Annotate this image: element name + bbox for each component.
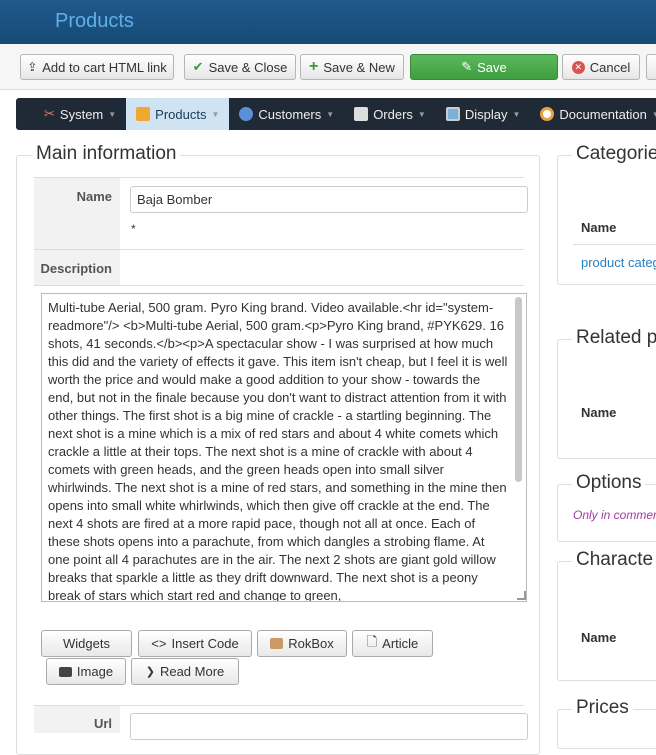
url-label: Url <box>34 706 120 733</box>
product-category-link[interactable]: product categ <box>581 255 656 270</box>
products-icon <box>136 107 151 121</box>
url-input[interactable] <box>130 713 528 740</box>
orders-icon <box>354 107 369 121</box>
divider <box>34 285 524 286</box>
page-title: Products <box>55 10 134 32</box>
plus-icon: + <box>309 58 319 75</box>
description-label: Description <box>34 250 120 285</box>
header-bar: Products <box>0 0 656 44</box>
caret-icon: ▼ <box>651 109 656 119</box>
related-products-fieldset <box>557 339 656 459</box>
options-legend: Options <box>572 472 646 494</box>
add-to-cart-html-link-button[interactable]: ⇪ Add to cart HTML link <box>20 54 174 80</box>
characteristics-fieldset <box>557 561 656 681</box>
lifebuoy-icon <box>540 107 555 121</box>
name-label: Name <box>34 178 120 249</box>
characteristics-legend: Characte <box>572 549 656 571</box>
categories-name-header: Name <box>581 220 617 235</box>
main-nav: ✂ System ▼ Products ▼ Customers ▼ Orders ▼ D… <box>16 98 656 130</box>
tools-icon: ✂ <box>44 106 55 121</box>
save-button[interactable]: ✎ Save <box>410 54 558 80</box>
rokbox-icon <box>270 638 284 649</box>
prices-legend: Prices <box>572 697 633 719</box>
save-new-button[interactable]: + Save & New <box>300 54 404 80</box>
related-name-header: Name <box>581 405 617 420</box>
main-information-legend: Main information <box>32 143 181 165</box>
characteristics-name-header: Name <box>581 630 617 645</box>
chevron-down-icon: ❯ <box>145 666 155 678</box>
article-icon: 🗋 <box>366 633 378 649</box>
required-mark: * <box>131 222 136 236</box>
widgets-button[interactable]: Widgets <box>41 630 132 657</box>
customers-icon <box>239 107 254 121</box>
caret-icon: ▼ <box>326 109 335 119</box>
caret-icon: ▼ <box>211 109 220 119</box>
display-icon <box>445 107 460 121</box>
description-textarea[interactable]: Multi-tube Aerial, 500 gram. Pyro King b… <box>41 293 527 602</box>
read-more-button[interactable]: ❯ Read More <box>131 658 239 685</box>
nav-item-products[interactable]: Products ▼ <box>126 98 230 130</box>
cancel-button[interactable]: ✕ Cancel <box>562 54 640 80</box>
code-icon: <> <box>151 636 167 651</box>
name-input[interactable]: Baja Bomber <box>130 186 528 213</box>
nav-item-customers[interactable]: Customers ▼ <box>229 98 344 130</box>
divider <box>573 244 656 245</box>
nav-item-system[interactable]: ✂ System ▼ <box>16 98 126 130</box>
insert-code-button[interactable]: <> Insert Code <box>138 630 252 657</box>
related-products-legend: Related p <box>572 327 656 349</box>
resize-handle-icon[interactable] <box>517 591 526 600</box>
options-note: Only in commer <box>573 508 656 522</box>
image-icon <box>58 666 72 677</box>
cancel-icon: ✕ <box>571 60 585 74</box>
image-button[interactable]: Image <box>46 658 126 685</box>
article-button[interactable]: 🗋 Article <box>352 630 433 657</box>
rokbox-button[interactable]: RokBox <box>257 630 347 657</box>
save-close-button[interactable]: ✔ Save & Close <box>184 54 296 80</box>
checkmark-icon: ✔ <box>192 59 204 74</box>
nav-item-display[interactable]: Display ▼ <box>436 98 531 130</box>
overflow-button[interactable] <box>646 54 656 80</box>
nav-item-orders[interactable]: Orders ▼ <box>344 98 436 130</box>
caret-icon: ▼ <box>108 109 117 119</box>
textarea-scrollbar[interactable] <box>515 297 522 482</box>
description-row: Description <box>34 249 524 285</box>
upload-icon: ⇪ <box>27 60 38 74</box>
edit-icon: ✎ <box>461 59 473 74</box>
toolbar: ⇪ Add to cart HTML link ✔ Save & Close +… <box>0 44 656 90</box>
caret-icon: ▼ <box>512 109 521 119</box>
nav-item-documentation[interactable]: Documentation ▼ <box>530 98 656 130</box>
caret-icon: ▼ <box>417 109 426 119</box>
categories-legend: Categorie <box>572 143 656 165</box>
